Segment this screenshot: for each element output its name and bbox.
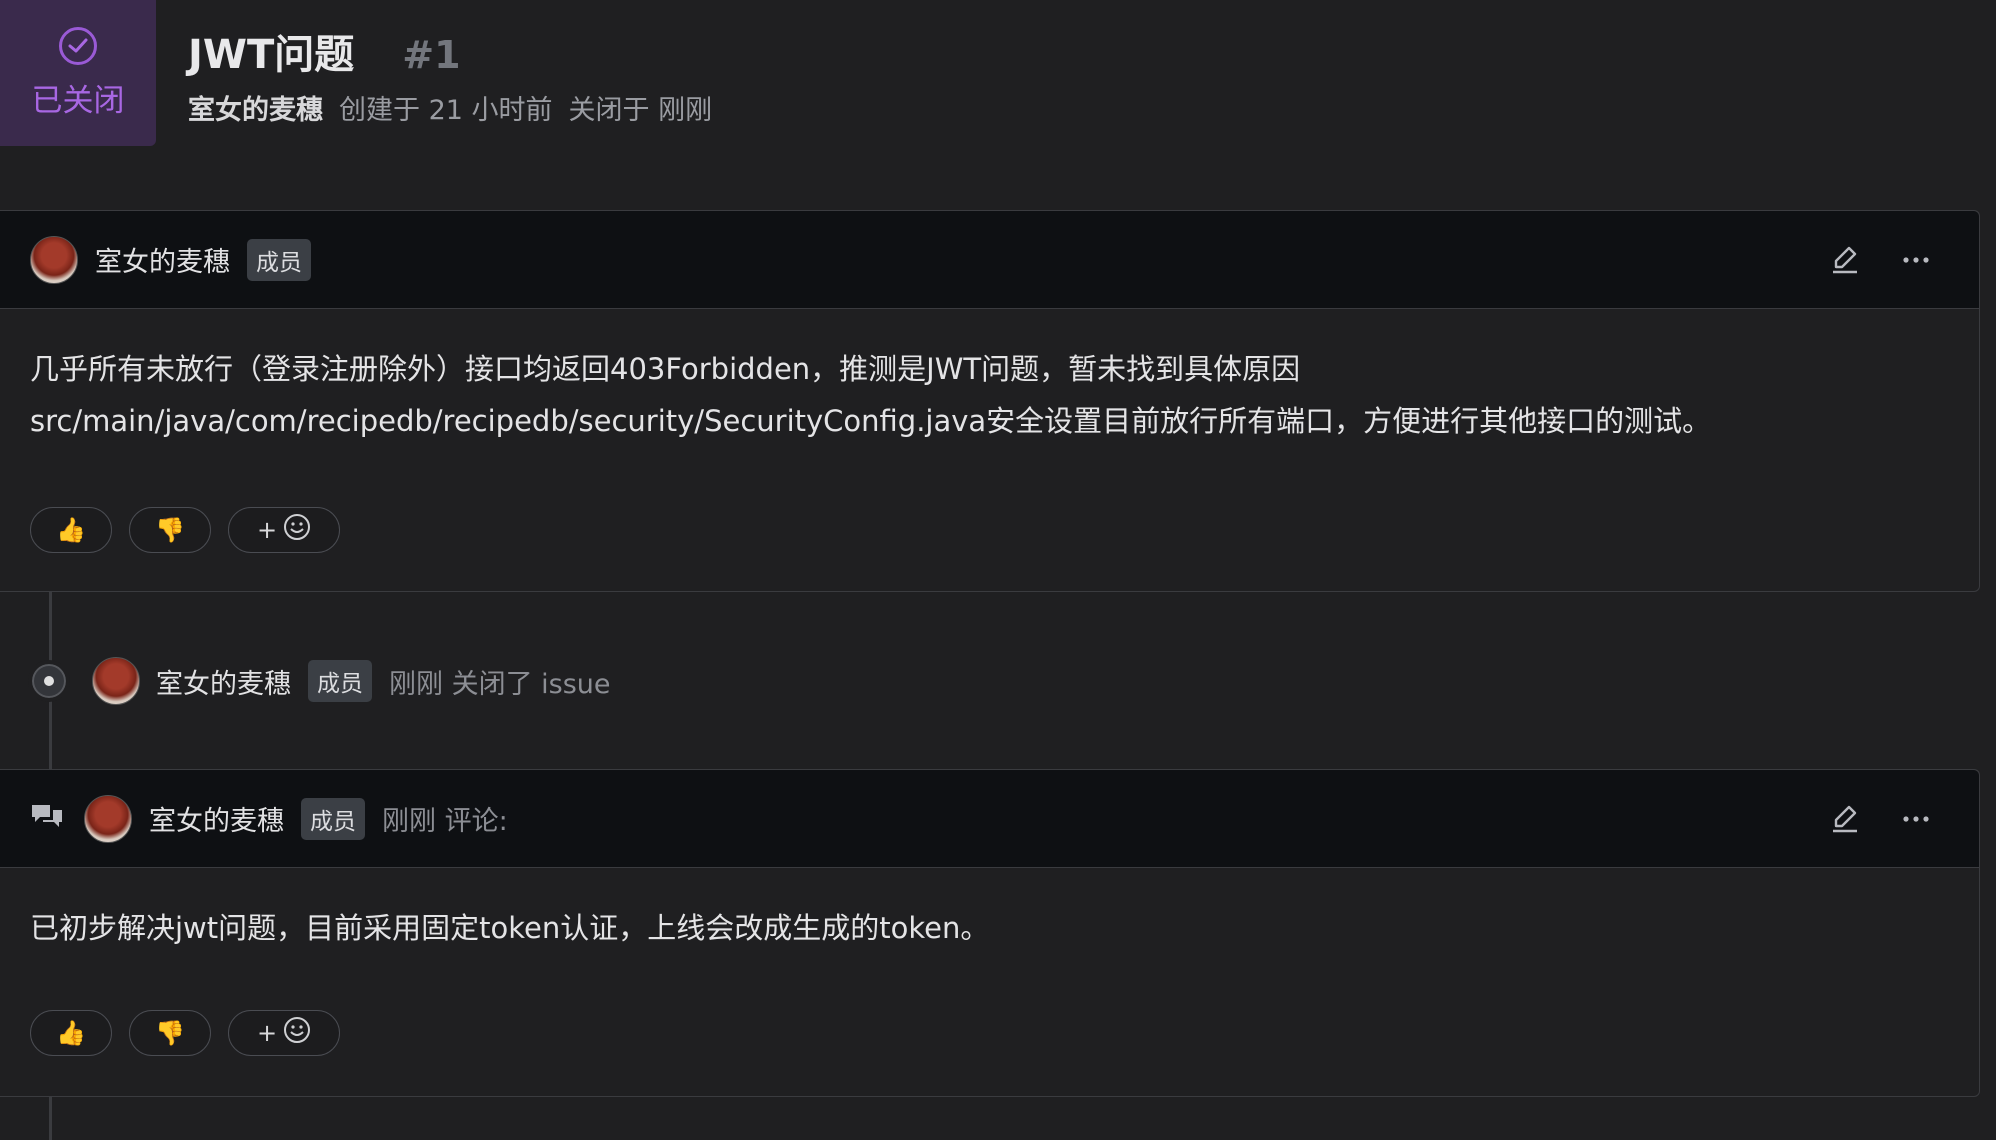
add-reaction-button[interactable]: + — [228, 1010, 340, 1056]
post-text-line: 几乎所有未放行（登录注册除外）接口均返回403Forbidden，推测是JWT问… — [30, 352, 1301, 386]
post-content: 几乎所有未放行（登录注册除外）接口均返回403Forbidden，推测是JWT问… — [0, 309, 1979, 507]
plus-label: + — [256, 516, 278, 544]
smiley-icon — [283, 1016, 311, 1050]
member-badge: 成员 — [301, 797, 365, 840]
ellipsis-icon[interactable] — [1903, 256, 1929, 264]
avatar[interactable] — [92, 657, 140, 705]
post-reactions: 👍 👎 + — [0, 507, 1979, 553]
issue-number: #1 — [402, 33, 461, 77]
status-label: 已关闭 — [31, 82, 125, 119]
issue-created: 创建于 21 小时前 — [339, 95, 553, 126]
plus-label: + — [256, 1019, 278, 1047]
avatar[interactable] — [30, 235, 78, 284]
add-reaction-button[interactable]: + — [228, 507, 340, 553]
event-username[interactable]: 室女的麦穗 — [156, 662, 291, 701]
comment-actions — [1831, 770, 1929, 868]
title-row: JWT问题 #1 — [188, 22, 461, 80]
comment-text: 已初步解决jwt问题，目前采用固定token认证，上线会改成生成的token。 — [30, 911, 990, 945]
thumbs-up-button[interactable]: 👍 — [30, 507, 112, 553]
thumbs-down-button[interactable]: 👎 — [129, 1010, 211, 1056]
comment-reactions: 👍 👎 + — [0, 1010, 1979, 1056]
timeline-line-bottom — [49, 1096, 52, 1140]
issue-author[interactable]: 室女的麦穗 — [188, 88, 323, 127]
member-badge: 成员 — [308, 660, 372, 702]
dot-circle-icon — [28, 660, 70, 702]
check-circle-icon — [59, 26, 97, 65]
member-badge: 成员 — [247, 238, 311, 281]
thumbs-down-button[interactable]: 👎 — [129, 507, 211, 553]
avatar[interactable] — [84, 794, 132, 843]
comment-username[interactable]: 室女的麦穗 — [149, 799, 284, 838]
pencil-icon[interactable] — [1831, 804, 1859, 834]
issue-status-badge: 已关闭 — [0, 0, 156, 146]
post-header: 室女的麦穗 成员 — [0, 211, 1979, 309]
post-text-line: src/main/java/com/recipedb/recipedb/secu… — [30, 404, 1712, 438]
comment-meta: 刚刚 评论: — [382, 806, 508, 837]
comment-content: 已初步解决jwt问题，目前采用固定token认证，上线会改成生成的token。 — [0, 868, 1979, 1010]
post-username[interactable]: 室女的麦穗 — [95, 240, 230, 279]
event-text: 刚刚 关闭了 issue — [389, 668, 611, 700]
pencil-icon[interactable] — [1831, 245, 1859, 275]
comment-icon — [30, 802, 64, 836]
issue-closed: 关闭于 刚刚 — [568, 95, 713, 126]
issue-page: 已关闭 JWT问题 #1 室女的麦穗 创建于 21 小时前 关闭于 刚刚 室女的… — [0, 0, 1996, 1140]
comment-header: 室女的麦穗 成员 刚刚 评论: — [0, 770, 1979, 868]
post-actions — [1831, 211, 1929, 309]
ellipsis-icon[interactable] — [1903, 815, 1929, 823]
timeline-event-closed: 室女的麦穗 成员 刚刚 关闭了 issue — [28, 653, 611, 709]
issue-title: JWT问题 — [188, 32, 355, 78]
issue-meta: 室女的麦穗 创建于 21 小时前 关闭于 刚刚 — [188, 88, 712, 127]
issue-body-card: 室女的麦穗 成员 几乎所有未放行（登录注册除外）接口均返回403Forbidde… — [0, 210, 1980, 592]
thumbs-up-button[interactable]: 👍 — [30, 1010, 112, 1056]
smiley-icon — [283, 513, 311, 547]
comment-card: 室女的麦穗 成员 刚刚 评论: 已初步解决jwt问题，目前采用固定token认证… — [0, 769, 1980, 1097]
